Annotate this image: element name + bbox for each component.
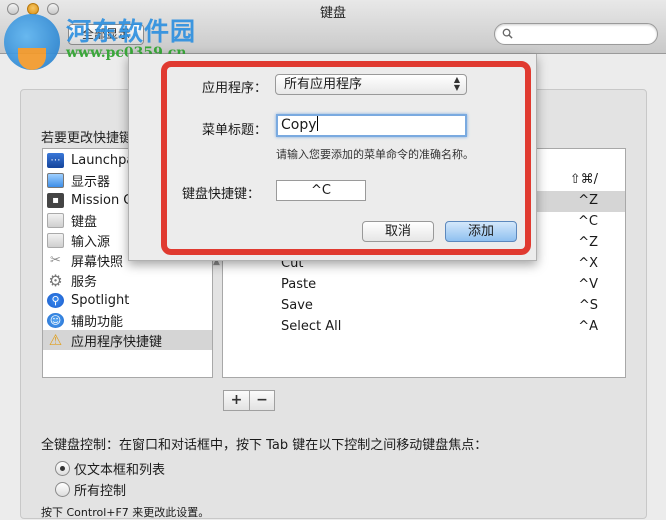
- category-label: 应用程序快捷键: [71, 334, 163, 350]
- remove-shortcut-button[interactable]: −: [248, 391, 274, 410]
- shortcut-key: ^Z: [578, 193, 598, 208]
- application-popup[interactable]: 所有应用程序 ▲ ▼: [275, 74, 467, 95]
- menu-title-label: 菜单标题：: [201, 123, 267, 138]
- shortcut-key: ^A: [578, 319, 598, 334]
- mission-control-icon: ▪: [47, 192, 64, 208]
- gear-icon: ⚙: [48, 270, 63, 290]
- input-source-icon: [47, 232, 64, 248]
- radio-label: 所有控制: [74, 484, 127, 499]
- display-icon: [47, 172, 64, 188]
- shortcut-key: ⇧⌘/: [569, 172, 598, 187]
- cancel-button[interactable]: 取消: [362, 221, 434, 242]
- keyboard-shortcut-input[interactable]: ^C: [276, 180, 366, 201]
- category-label: Spotlight: [71, 292, 130, 308]
- shortcut-name: Select All: [281, 319, 342, 334]
- accessibility-icon: ☺: [47, 312, 64, 328]
- shortcut-key: ^S: [578, 298, 598, 313]
- keyboard-shortcut-label: 键盘快捷键：: [181, 187, 260, 202]
- instruction-text: 若要更改快捷键: [41, 131, 133, 146]
- search-input[interactable]: [494, 23, 658, 45]
- radio-button[interactable]: [55, 461, 70, 476]
- shortcut-key: ^V: [578, 277, 598, 292]
- category-item[interactable]: ⚠ 应用程序快捷键: [43, 330, 212, 350]
- radio-all-controls[interactable]: 所有控制: [55, 480, 126, 499]
- launchpad-icon: ⋯: [47, 152, 64, 168]
- category-item[interactable]: ☺ 辅助功能: [43, 310, 212, 330]
- radio-button[interactable]: [55, 482, 70, 497]
- text-caret: [316, 116, 318, 131]
- spotlight-icon: ⚲: [47, 292, 64, 308]
- menu-title-input[interactable]: Copy: [276, 114, 467, 137]
- menu-title-value: Copy: [281, 117, 317, 133]
- radio-text-boxes-lists[interactable]: 仅文本框和列表: [55, 459, 165, 478]
- full-keyboard-access-label: 全键盘控制：在窗口和对话框中，按下 Tab 键在以下控制之间移动键盘焦点：: [41, 438, 488, 453]
- radio-label: 仅文本框和列表: [74, 463, 166, 478]
- menu-title-hint: 请输入您要添加的菜单命令的准确名称。: [276, 148, 474, 161]
- shortcut-name: Save: [281, 298, 313, 313]
- shortcut-key: ^X: [578, 256, 598, 271]
- category-item[interactable]: ⚲ Spotlight: [43, 290, 212, 310]
- shortcut-row[interactable]: Save ^S: [223, 296, 625, 317]
- shortcut-key: ^C: [578, 214, 598, 229]
- shortcut-key: ^Z: [578, 235, 598, 250]
- category-label: 显示器: [71, 174, 111, 190]
- watermark-name: 河东软件园: [66, 17, 197, 46]
- add-button[interactable]: 添加: [445, 221, 517, 242]
- add-shortcut-button[interactable]: +: [224, 391, 249, 410]
- application-popup-value: 所有应用程序: [284, 77, 363, 92]
- category-item[interactable]: ⚙ 服务: [43, 270, 212, 290]
- shortcut-row[interactable]: Paste ^V: [223, 275, 625, 296]
- application-label: 应用程序：: [201, 81, 267, 96]
- category-label: 服务: [71, 274, 98, 290]
- watermark-logo-icon: [4, 14, 60, 70]
- category-label: 辅助功能: [71, 314, 124, 330]
- shortcut-row[interactable]: Select All ^A: [223, 317, 625, 338]
- updown-arrows-icon: ▲ ▼: [453, 75, 460, 92]
- shortcut-name: Paste: [281, 277, 317, 292]
- category-label: 键盘: [71, 214, 98, 230]
- app-shortcuts-icon: ⚠: [48, 331, 63, 349]
- keyboard-icon: [47, 212, 64, 228]
- add-remove-control: + −: [223, 390, 275, 411]
- screenshot-icon: ✂: [50, 252, 61, 268]
- category-label: 屏幕快照: [71, 254, 124, 270]
- category-label: 输入源: [71, 234, 111, 250]
- search-icon: [502, 28, 513, 39]
